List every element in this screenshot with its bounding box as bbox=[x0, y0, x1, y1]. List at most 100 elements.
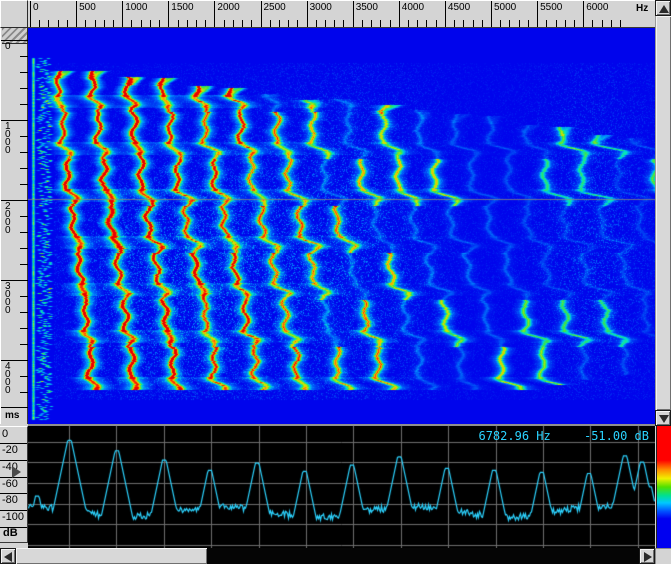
freq-minor-tick bbox=[297, 20, 298, 27]
freq-minor-tick bbox=[408, 20, 409, 27]
scroll-down-button[interactable] bbox=[655, 410, 671, 426]
db-tick-label: 0 bbox=[2, 429, 8, 440]
freq-tick-label: 1500 bbox=[171, 2, 193, 13]
time-minor-tick bbox=[20, 56, 28, 57]
freq-minor-tick bbox=[279, 20, 280, 27]
freq-minor-tick bbox=[178, 20, 179, 27]
db-tick-label: -60 bbox=[2, 479, 18, 490]
freq-major-tick bbox=[445, 1, 446, 27]
freq-major-tick bbox=[307, 1, 308, 27]
freq-minor-tick bbox=[343, 20, 344, 27]
freq-minor-tick bbox=[58, 20, 59, 27]
vertical-scrollbar-thumb[interactable] bbox=[655, 16, 671, 410]
freq-minor-tick bbox=[48, 20, 49, 27]
freq-minor-tick bbox=[473, 20, 474, 27]
left-arrow-icon bbox=[4, 552, 12, 562]
spectrogram-window: Hz 0500100015002000250030003500400045005… bbox=[0, 0, 671, 564]
frequency-ruler: Hz 0500100015002000250030003500400045005… bbox=[28, 0, 655, 28]
freq-tick-label: 5500 bbox=[540, 2, 562, 13]
time-minor-tick bbox=[20, 376, 28, 377]
freq-minor-tick bbox=[251, 20, 252, 27]
time-minor-tick bbox=[20, 152, 28, 153]
freq-major-tick bbox=[168, 1, 169, 27]
freq-minor-tick bbox=[519, 20, 520, 27]
freq-tick-label: 5000 bbox=[494, 2, 516, 13]
time-minor-tick bbox=[20, 104, 28, 105]
freq-major-tick bbox=[353, 1, 354, 27]
time-minor-tick bbox=[20, 216, 28, 217]
spectrogram-canvas[interactable] bbox=[28, 28, 655, 424]
time-minor-tick bbox=[20, 168, 28, 169]
freq-tick-label: 4000 bbox=[402, 2, 424, 13]
freq-tick-label: 2500 bbox=[264, 2, 286, 13]
freq-minor-tick bbox=[546, 20, 547, 27]
scroll-left-button[interactable] bbox=[0, 548, 16, 564]
db-ruler: dB 0-20-40-60-80-100 bbox=[0, 426, 28, 543]
db-tick-label: -80 bbox=[2, 495, 18, 506]
freq-major-tick bbox=[122, 1, 123, 27]
freq-major-tick bbox=[537, 1, 538, 27]
freq-major-tick bbox=[214, 1, 215, 27]
freq-minor-tick bbox=[509, 20, 510, 27]
corner-box bbox=[0, 0, 28, 28]
time-minor-tick bbox=[20, 88, 28, 89]
freq-minor-tick bbox=[39, 20, 40, 27]
time-minor-tick bbox=[20, 312, 28, 313]
db-tick bbox=[0, 527, 27, 528]
time-ruler: ms 01 0 0 02 0 0 03 0 0 04 0 0 0 bbox=[0, 28, 28, 424]
scrollbar-corner bbox=[655, 548, 671, 564]
time-minor-tick bbox=[20, 232, 28, 233]
time-tick-label: 2 0 0 0 bbox=[5, 203, 11, 235]
spectrum-canvas[interactable] bbox=[28, 426, 655, 548]
freq-minor-tick bbox=[187, 20, 188, 27]
freq-minor-tick bbox=[436, 20, 437, 27]
freq-minor-tick bbox=[325, 20, 326, 27]
freq-minor-tick bbox=[113, 20, 114, 27]
frequency-readout: 6782.96 Hz bbox=[478, 429, 550, 443]
intensity-colorbar bbox=[656, 426, 671, 548]
freq-tick-label: 4500 bbox=[448, 2, 470, 13]
freq-minor-tick bbox=[159, 20, 160, 27]
time-minor-tick bbox=[20, 392, 28, 393]
scroll-up-button[interactable] bbox=[655, 0, 671, 16]
time-tick-label: 1 0 0 0 bbox=[5, 123, 11, 155]
freq-minor-tick bbox=[131, 20, 132, 27]
freq-major-tick bbox=[583, 1, 584, 27]
freq-tick-label: 1000 bbox=[125, 2, 147, 13]
time-minor-tick bbox=[20, 136, 28, 137]
time-tick-label: 0 bbox=[5, 43, 11, 51]
freq-tick-label: 2000 bbox=[217, 2, 239, 13]
freq-minor-tick bbox=[85, 20, 86, 27]
freq-minor-tick bbox=[463, 20, 464, 27]
frequency-unit-label: Hz bbox=[636, 3, 648, 14]
freq-minor-tick bbox=[288, 20, 289, 27]
freq-minor-tick bbox=[316, 20, 317, 27]
time-minor-tick bbox=[20, 184, 28, 185]
freq-minor-tick bbox=[150, 20, 151, 27]
horizontal-scrollbar[interactable] bbox=[0, 548, 655, 564]
level-readout: -51.00 dB bbox=[584, 429, 649, 443]
horizontal-scrollbar-thumb[interactable] bbox=[16, 548, 207, 564]
freq-minor-tick bbox=[620, 20, 621, 27]
freq-major-tick bbox=[76, 1, 77, 27]
freq-major-tick bbox=[261, 1, 262, 27]
freq-minor-tick bbox=[104, 20, 105, 27]
freq-minor-tick bbox=[205, 20, 206, 27]
freq-minor-tick bbox=[556, 20, 557, 27]
scroll-right-button[interactable] bbox=[639, 548, 655, 564]
freq-minor-tick bbox=[242, 20, 243, 27]
freq-tick-label: 3000 bbox=[310, 2, 332, 13]
freq-minor-tick bbox=[574, 20, 575, 27]
down-arrow-icon bbox=[659, 415, 669, 423]
time-minor-tick bbox=[20, 72, 28, 73]
freq-tick-label: 0 bbox=[33, 2, 39, 13]
vertical-scrollbar[interactable] bbox=[655, 0, 671, 426]
freq-minor-tick bbox=[371, 20, 372, 27]
db-tick-label: -20 bbox=[2, 445, 18, 456]
freq-tick-label: 6000 bbox=[586, 2, 608, 13]
level-marker-icon bbox=[12, 466, 21, 478]
freq-minor-tick bbox=[390, 20, 391, 27]
freq-minor-tick bbox=[233, 20, 234, 27]
freq-minor-tick bbox=[482, 20, 483, 27]
freq-minor-tick bbox=[592, 20, 593, 27]
